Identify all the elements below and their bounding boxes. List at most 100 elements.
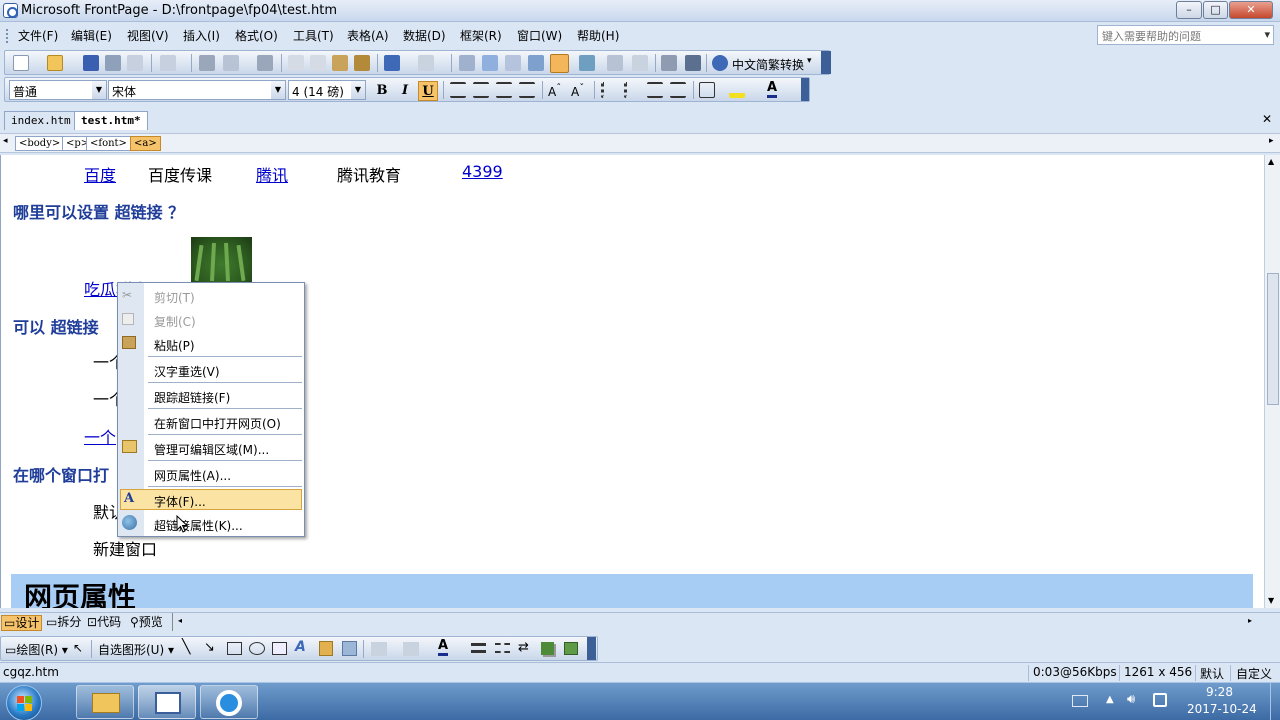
wordart-icon[interactable]: A: [295, 639, 306, 655]
search-icon[interactable]: [105, 55, 121, 71]
chevron-left-icon[interactable]: ◂: [178, 616, 182, 625]
clipart-icon[interactable]: [319, 641, 333, 656]
show-desktop-button[interactable]: [1270, 683, 1280, 720]
tab-preview[interactable]: ⚲预览: [128, 615, 165, 631]
font-size-select[interactable]: 4 (14 磅) ▼: [288, 80, 366, 100]
clock-date[interactable]: 2017-10-24: [1187, 702, 1257, 716]
menu-insert[interactable]: 插入(I): [183, 27, 220, 44]
help-icon[interactable]: [712, 55, 728, 71]
minimize-button[interactable]: –: [1176, 1, 1202, 19]
decrease-font-icon[interactable]: Aˇ: [571, 83, 584, 99]
insert-table-icon[interactable]: [482, 55, 498, 71]
autoshapes-menu-button[interactable]: 自选图形(U) ▾: [98, 641, 174, 658]
menu-item-editable-regions[interactable]: 管理可编辑区域(M)...: [154, 441, 269, 458]
decrease-indent-icon[interactable]: [647, 82, 663, 98]
highlight-icon[interactable]: [729, 82, 745, 98]
show-all-icon[interactable]: [661, 55, 677, 71]
format-painter-icon[interactable]: [354, 55, 370, 71]
refresh-icon[interactable]: [579, 55, 595, 71]
print-icon[interactable]: [199, 55, 215, 71]
insert-layer-icon[interactable]: [505, 55, 521, 71]
line-style-icon[interactable]: [471, 643, 486, 653]
tag-font[interactable]: <font>: [86, 136, 131, 151]
stop-icon[interactable]: [632, 55, 648, 71]
hyperlink-icon[interactable]: [550, 54, 569, 73]
help-search-input[interactable]: 键入需要帮助的问题 ▾: [1097, 25, 1274, 45]
align-right-icon[interactable]: [496, 82, 512, 98]
menu-item-follow-hyperlink[interactable]: 跟踪超链接(F): [154, 389, 230, 406]
menu-item-paste[interactable]: 粘贴(P): [154, 337, 195, 354]
link-4399[interactable]: 4399: [462, 162, 503, 181]
start-button[interactable]: [6, 685, 42, 720]
watermelon-image[interactable]: [191, 237, 252, 283]
menu-item-page-properties[interactable]: 网页属性(A)...: [154, 467, 231, 484]
menu-item-open-new-window[interactable]: 在新窗口中打开网页(O): [154, 415, 281, 432]
clock-time[interactable]: 9:28: [1206, 685, 1233, 699]
text-box-icon[interactable]: [272, 642, 287, 655]
font-select[interactable]: 宋体 ▼: [108, 80, 286, 100]
tag-body[interactable]: <body>: [15, 136, 65, 151]
menu-table[interactable]: 表格(A): [347, 27, 389, 44]
toolbar-options-icon[interactable]: [821, 51, 831, 74]
tab-design[interactable]: ▭设计: [1, 615, 43, 631]
menu-edit[interactable]: 编辑(E): [71, 27, 112, 44]
menu-item-hyperlink-properties[interactable]: 超链接属性(K)...: [154, 517, 243, 534]
redo-icon[interactable]: [418, 55, 434, 71]
increase-indent-icon[interactable]: [670, 82, 686, 98]
select-objects-icon[interactable]: ↖: [73, 641, 83, 655]
draw-menu-button[interactable]: ▭绘图(R) ▾: [5, 641, 68, 658]
chevron-down-icon[interactable]: ▼: [271, 81, 285, 99]
anchor-icon[interactable]: [685, 55, 701, 71]
line-color-icon[interactable]: [403, 642, 419, 656]
link-tencent[interactable]: 腾讯: [256, 162, 288, 186]
arrow-icon[interactable]: ↘: [204, 640, 215, 655]
stop-icon[interactable]: [607, 55, 623, 71]
menu-view[interactable]: 视图(V): [127, 27, 169, 44]
chevron-down-icon[interactable]: ▾: [1264, 28, 1270, 41]
toolbar-options-icon[interactable]: [587, 637, 596, 660]
taskbar-explorer[interactable]: [76, 685, 134, 719]
network-icon[interactable]: [1153, 693, 1167, 707]
menu-format[interactable]: 格式(O): [235, 27, 278, 44]
arrow-style-icon[interactable]: ⇄: [518, 640, 529, 655]
underline-button[interactable]: U: [418, 81, 438, 101]
spelling-icon[interactable]: [257, 55, 273, 71]
numbered-list-icon[interactable]: [601, 82, 617, 98]
bullet-list-icon[interactable]: [624, 82, 640, 98]
rectangle-icon[interactable]: [227, 642, 242, 655]
web-component-icon[interactable]: [459, 55, 475, 71]
tab-code[interactable]: ⊡代码: [85, 615, 123, 631]
3d-style-icon[interactable]: [564, 642, 578, 655]
chevron-down-icon[interactable]: ▾: [807, 56, 812, 66]
save-icon[interactable]: [83, 55, 99, 71]
status-custom[interactable]: 自定义: [1236, 665, 1272, 682]
convert-chinese-button[interactable]: 中文简繁转换: [732, 56, 804, 73]
menu-grip[interactable]: [6, 29, 9, 43]
chevron-down-icon[interactable]: ▼: [351, 81, 365, 99]
line-icon[interactable]: ╲: [182, 639, 190, 655]
menu-item-reselect-hanzi[interactable]: 汉字重选(V): [154, 363, 220, 380]
bullet-link-3[interactable]: 一个: [84, 424, 116, 448]
chevron-down-icon[interactable]: ▼: [1268, 596, 1274, 605]
keyboard-icon[interactable]: [1072, 695, 1088, 707]
increase-font-icon[interactable]: Aˆ: [548, 83, 561, 99]
volume-icon[interactable]: 🔊︎: [1127, 692, 1135, 707]
toolbar-options-icon[interactable]: [801, 78, 809, 101]
menu-tools[interactable]: 工具(T): [293, 27, 334, 44]
bold-button[interactable]: B: [372, 81, 392, 101]
menu-item-cut[interactable]: 剪切(T): [154, 289, 195, 306]
tab-split[interactable]: ▭拆分: [44, 615, 83, 631]
tab-test[interactable]: test.htm*: [74, 111, 148, 130]
taskbar-frontpage[interactable]: [138, 685, 196, 719]
chevron-down-icon[interactable]: ▼: [92, 81, 106, 99]
menu-item-font[interactable]: 字体(F)...: [154, 493, 206, 510]
oval-icon[interactable]: [249, 642, 265, 655]
open-folder-icon[interactable]: [47, 55, 63, 71]
folder-list-icon[interactable]: [160, 55, 176, 71]
maximize-button[interactable]: □: [1203, 1, 1228, 19]
cut-icon[interactable]: [288, 55, 304, 71]
paste-icon[interactable]: [332, 55, 348, 71]
undo-icon[interactable]: [384, 55, 400, 71]
close-button[interactable]: ✕: [1229, 1, 1273, 19]
picture-icon[interactable]: [342, 641, 357, 656]
